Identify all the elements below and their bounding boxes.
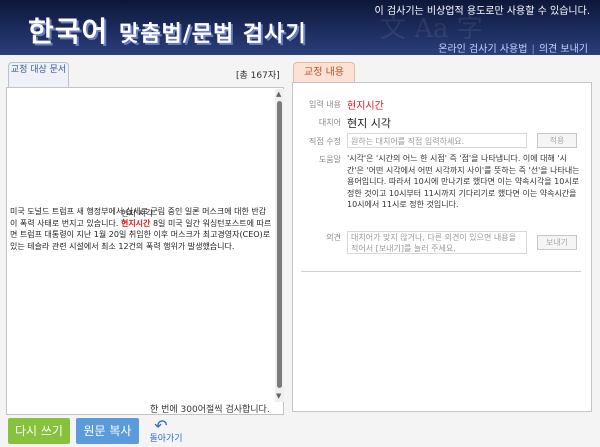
copy-original-button[interactable]: 원문 복사	[76, 418, 139, 444]
alternative-label: 대치어	[318, 118, 341, 127]
scroll-up-icon[interactable]: ▲	[276, 90, 281, 98]
back-arrow-icon: ↶	[154, 416, 168, 435]
document-text: 미국 도널드 트럼프 새 행정부에서 실세로 군림 중인 일론 머스크에 대한 …	[10, 206, 272, 252]
input-value: 현지시간	[347, 101, 384, 112]
direct-edit-label: 직접 수정	[309, 137, 341, 146]
header-banner: 文 Aa 字 한국어 맞춤법/문법 검사기 이 검사기는 비상업적 용도로만 사…	[0, 0, 600, 55]
app-title-main: 한국어	[28, 15, 120, 48]
direct-edit-input[interactable]: 원하는 대치어를 직접 입력하세요.	[347, 133, 527, 148]
link-separator: |	[531, 44, 535, 55]
input-label: 입력 내용	[309, 100, 341, 109]
app-title: 한국어 맞춤법/문법 검사기	[28, 10, 307, 50]
header-links: 온라인 검사기 사용법 | 의견 보내기	[438, 40, 588, 55]
correction-panel: 입력 내용 현지시간 대치어 현지 시각 직접 수정 원하는 대치어를 직접 입…	[292, 82, 592, 412]
source-document-panel[interactable]: 미국 도널드 트럼프 새 행정부에서 실세로 군림 중인 일론 머스크에 대한 …	[6, 87, 284, 415]
opinion-input[interactable]: 대치어가 맞지 않거나, 다른 의견이 있으면 내용을 적어서 [보내기]를 눌…	[347, 231, 527, 254]
panel-divider	[301, 271, 581, 272]
opinion-label: 의견	[326, 233, 341, 242]
back-button[interactable]: ↶ 돌아가기	[146, 418, 186, 445]
tab-correction-details[interactable]: 교정 내용	[293, 62, 355, 82]
app-title-sub: 맞춤법/문법 검사기	[119, 22, 307, 47]
rewrite-button[interactable]: 다시 쓰기	[8, 418, 70, 444]
character-count: [총 167자]	[236, 71, 280, 81]
suggestion-note: 현지 시각	[120, 208, 153, 218]
send-feedback-link[interactable]: 의견 보내기	[539, 44, 588, 55]
alternative-value[interactable]: 현지 시각	[347, 115, 391, 131]
help-text: '시각'은 '시간의 어느 한 시점' 즉 '점'을 나타냅니다. 이에 대해 …	[347, 154, 580, 209]
word-limit-note: 한 번에 300어절씩 검사합니다.	[150, 405, 270, 415]
usage-notice: 이 검사기는 비상업적 용도로만 사용할 수 있습니다.	[374, 6, 590, 17]
back-label: 돌아가기	[149, 434, 183, 444]
send-button[interactable]: 보내기	[537, 235, 577, 250]
scrollbar-thumb[interactable]	[277, 101, 282, 388]
help-label: 도움말	[318, 155, 341, 164]
document-scrollbar[interactable]: ▲ ▼	[275, 89, 284, 402]
tab-source-document[interactable]: 교정 대상 문서	[8, 62, 69, 88]
scroll-down-icon[interactable]: ▼	[276, 392, 281, 400]
usage-guide-link[interactable]: 온라인 검사기 사용법	[438, 44, 527, 55]
highlighted-error-word[interactable]: 현지 시각 현지시간	[121, 209, 153, 228]
apply-button[interactable]: 적용	[537, 133, 577, 148]
